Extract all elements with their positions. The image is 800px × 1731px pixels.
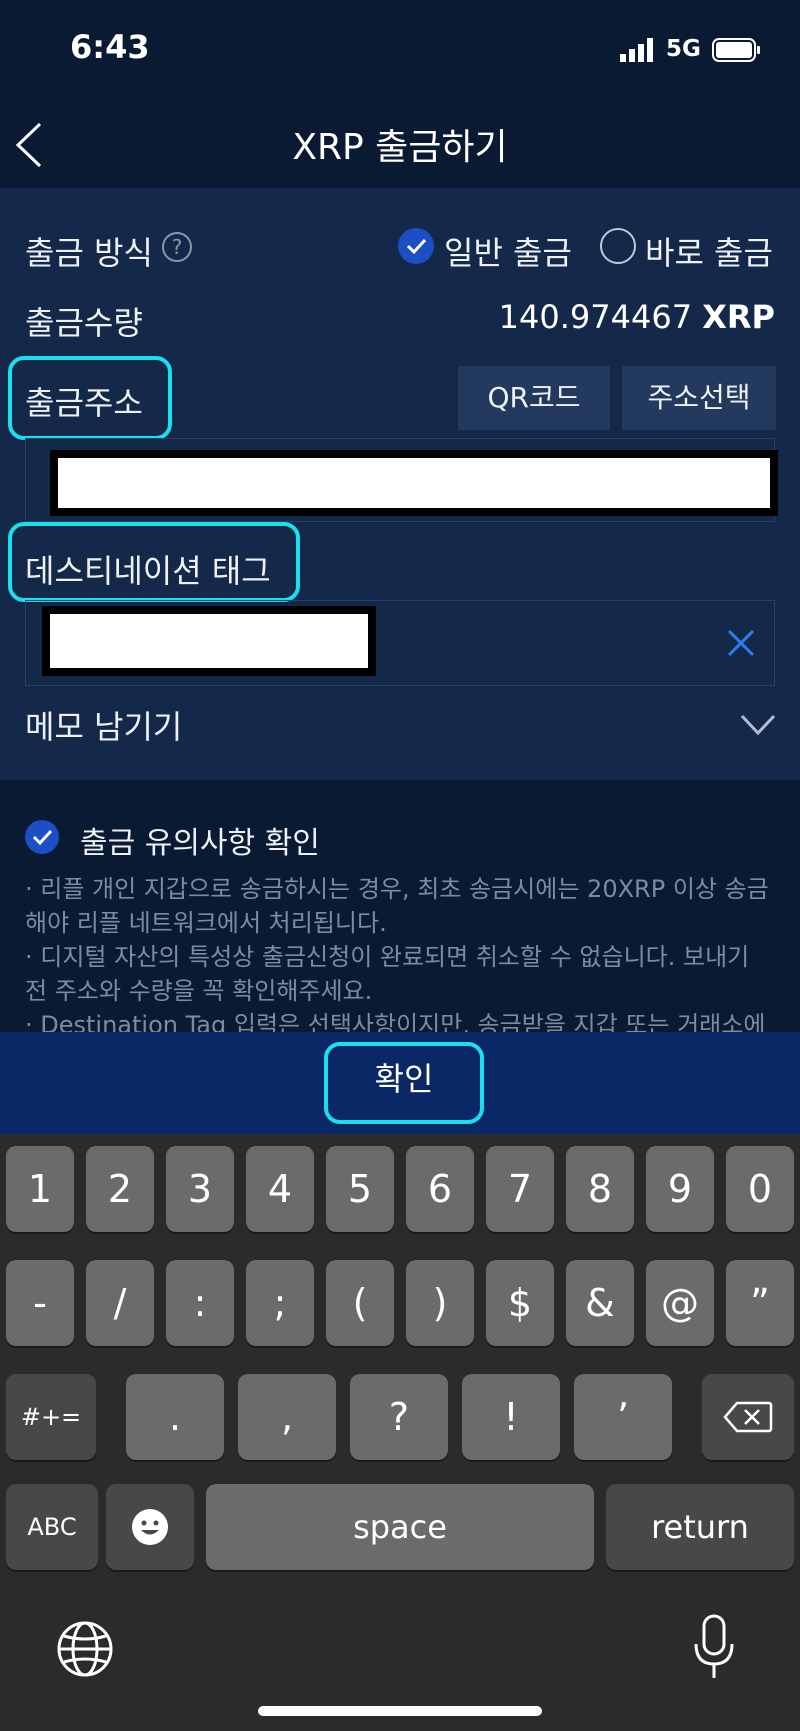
key-symbol-0[interactable]: - — [6, 1260, 74, 1346]
key-punct-4[interactable]: ’ — [574, 1374, 672, 1460]
keyboard: #+= ABC space return 1 2 3 4 5 6 7 8 9 0 - /:;() $ & @… — [0, 1134, 800, 1731]
notice-title: 출금 유의사항 확인 — [80, 826, 320, 861]
amount-number: 140.974467 — [498, 298, 693, 336]
close-icon[interactable] — [726, 628, 756, 658]
key-symbol-9[interactable]: ” — [726, 1260, 794, 1346]
battery-icon — [712, 38, 760, 62]
home-indicator — [258, 1706, 542, 1716]
key-symbol-7[interactable]: & — [566, 1260, 634, 1346]
key-symbol-5[interactable]: ) — [406, 1260, 474, 1346]
confirm-button[interactable]: 확인 — [324, 1054, 484, 1100]
withdraw-notice: 출금 유의사항 확인 · 리플 개인 지갑으로 송금하시는 경우, 최초 송금시… — [0, 780, 800, 1032]
key-symbol-4[interactable]: ( — [326, 1260, 394, 1346]
tag-label-highlight — [8, 522, 300, 602]
notice-item-text: Destination Tag 입력은 선택사항이지만, 송금받을 지갑 또는 … — [40, 1011, 766, 1032]
key-return[interactable]: return — [606, 1484, 794, 1570]
redaction-box — [58, 458, 770, 508]
select-address-button[interactable]: 주소선택 — [622, 366, 776, 430]
key-symbol-2[interactable]: : — [166, 1260, 234, 1346]
help-icon[interactable]: ? — [162, 232, 192, 262]
key-symbol-1[interactable]: / — [86, 1260, 154, 1346]
key-number-9[interactable]: 0 — [726, 1146, 794, 1232]
status-bar: 6:43 5G — [0, 0, 800, 100]
check-icon — [32, 829, 53, 846]
notice-item: · Destination Tag 입력은 선택사항이지만, 송금받을 지갑 또… — [25, 1008, 775, 1032]
notice-item: · 리플 개인 지갑으로 송금하시는 경우, 최초 송금시에는 20XRP 이상… — [25, 875, 769, 937]
microphone-icon[interactable] — [692, 1614, 736, 1680]
key-punct-0[interactable]: . — [126, 1374, 224, 1460]
notice-checkbox[interactable] — [25, 820, 59, 854]
option-normal-label[interactable]: 일반 출금 — [444, 228, 572, 274]
amount-unit: XRP — [702, 298, 775, 336]
key-number-7[interactable]: 8 — [566, 1146, 634, 1232]
backspace-icon — [723, 1401, 773, 1433]
key-emoji[interactable] — [106, 1484, 194, 1570]
address-label-highlight — [8, 356, 172, 440]
redaction-box — [50, 614, 368, 668]
key-number-6[interactable]: 7 — [486, 1146, 554, 1232]
withdraw-method-label: 출금 방식 — [25, 234, 153, 272]
memo-toggle[interactable]: 메모 남기기 — [25, 702, 182, 748]
withdraw-form: 출금 방식 ? 일반 출금 바로 출금 출금수량 140.974467 XRP … — [0, 188, 800, 780]
key-number-8[interactable]: 9 — [646, 1146, 714, 1232]
key-symbol-6[interactable]: $ — [486, 1260, 554, 1346]
radio-normal-withdraw[interactable] — [398, 228, 434, 264]
header: XRP 출금하기 — [0, 100, 800, 188]
key-punct-3[interactable]: ! — [462, 1374, 560, 1460]
key-symbol-mode[interactable]: #+= — [6, 1374, 96, 1460]
qr-code-button[interactable]: QR코드 — [458, 366, 610, 430]
address-redaction — [50, 450, 778, 516]
key-abc[interactable]: ABC — [6, 1484, 98, 1570]
tag-redaction — [42, 606, 376, 676]
notice-item-text: 디지털 자산의 특성상 출금신청이 완료되면 취소할 수 없습니다. 보내기 전… — [25, 943, 750, 1005]
page-title: XRP 출금하기 — [292, 127, 508, 168]
network-type: 5G — [666, 36, 701, 62]
key-number-4[interactable]: 5 — [326, 1146, 394, 1232]
amount-label: 출금수량 — [25, 304, 143, 342]
globe-icon[interactable] — [56, 1620, 114, 1678]
key-number-5[interactable]: 6 — [406, 1146, 474, 1232]
emoji-icon — [132, 1509, 168, 1545]
notice-item-text: 리플 개인 지갑으로 송금하시는 경우, 최초 송금시에는 20XRP 이상 송… — [25, 875, 769, 937]
key-punct-1[interactable]: , — [238, 1374, 336, 1460]
key-symbol-8[interactable]: @ — [646, 1260, 714, 1346]
key-punct-2[interactable]: ? — [350, 1374, 448, 1460]
key-number-0[interactable]: 1 — [6, 1146, 74, 1232]
key-number-1[interactable]: 2 — [86, 1146, 154, 1232]
amount-value: 140.974467 XRP — [499, 298, 775, 336]
key-number-3[interactable]: 4 — [246, 1146, 314, 1232]
key-space[interactable]: space — [206, 1484, 594, 1570]
chevron-down-icon[interactable] — [740, 714, 776, 736]
notice-item: · 디지털 자산의 특성상 출금신청이 완료되면 취소할 수 없습니다. 보내기… — [25, 943, 750, 1005]
radio-instant-withdraw[interactable] — [600, 228, 636, 264]
signal-icon — [620, 38, 653, 62]
status-time: 6:43 — [70, 28, 150, 66]
check-icon — [406, 238, 427, 255]
key-symbol-3[interactable]: ; — [246, 1260, 314, 1346]
confirm-bar[interactable]: 확인 — [0, 1032, 800, 1134]
key-number-2[interactable]: 3 — [166, 1146, 234, 1232]
key-backspace[interactable] — [702, 1374, 794, 1460]
option-instant-label[interactable]: 바로 출금 — [645, 228, 773, 274]
